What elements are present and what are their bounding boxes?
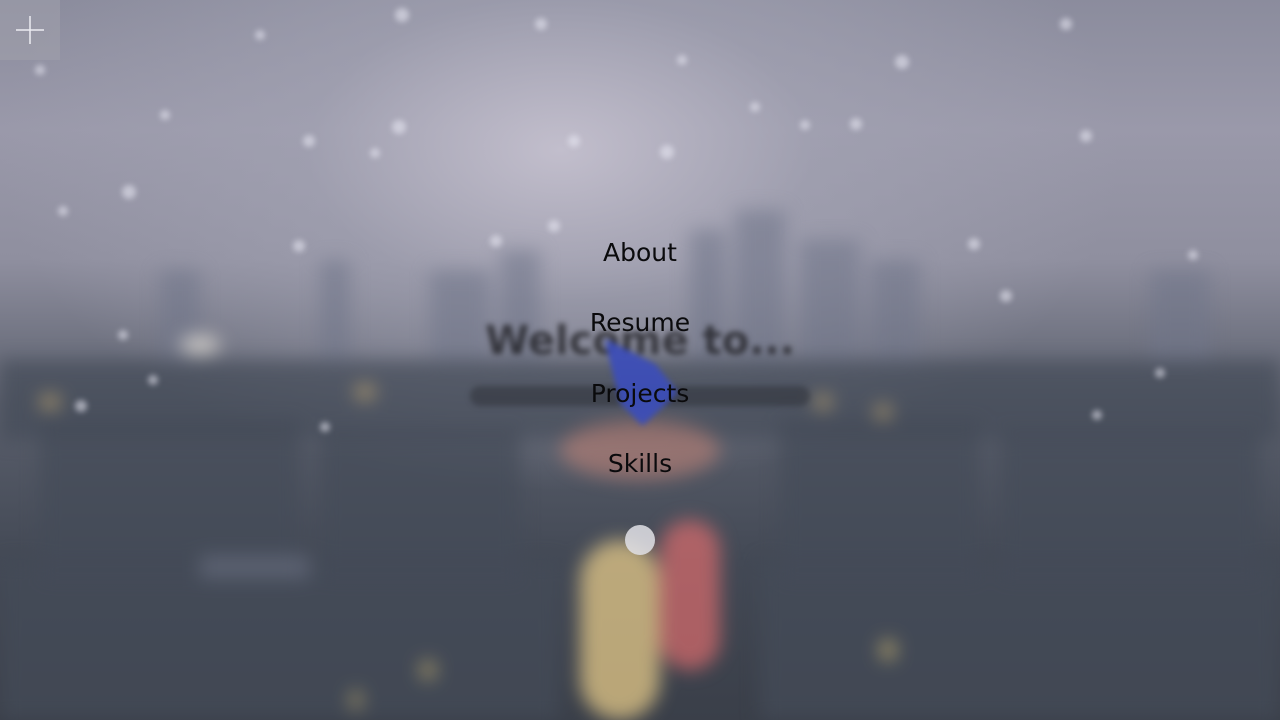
menu-item-resume[interactable]: Resume	[0, 308, 1280, 337]
menu-item-about[interactable]: About	[0, 238, 1280, 267]
nav-menu: About Resume Projects Skills	[0, 0, 1280, 720]
menu-item-projects[interactable]: Projects	[0, 379, 1280, 408]
menu-item-label: Skills	[607, 449, 673, 478]
circle-toggle-icon[interactable]	[625, 525, 655, 555]
menu-item-skills[interactable]: Skills	[0, 449, 1280, 478]
menu-item-label: About	[603, 238, 677, 267]
menu-item-label: Projects	[590, 379, 690, 408]
menu-item-label: Resume	[589, 308, 691, 337]
